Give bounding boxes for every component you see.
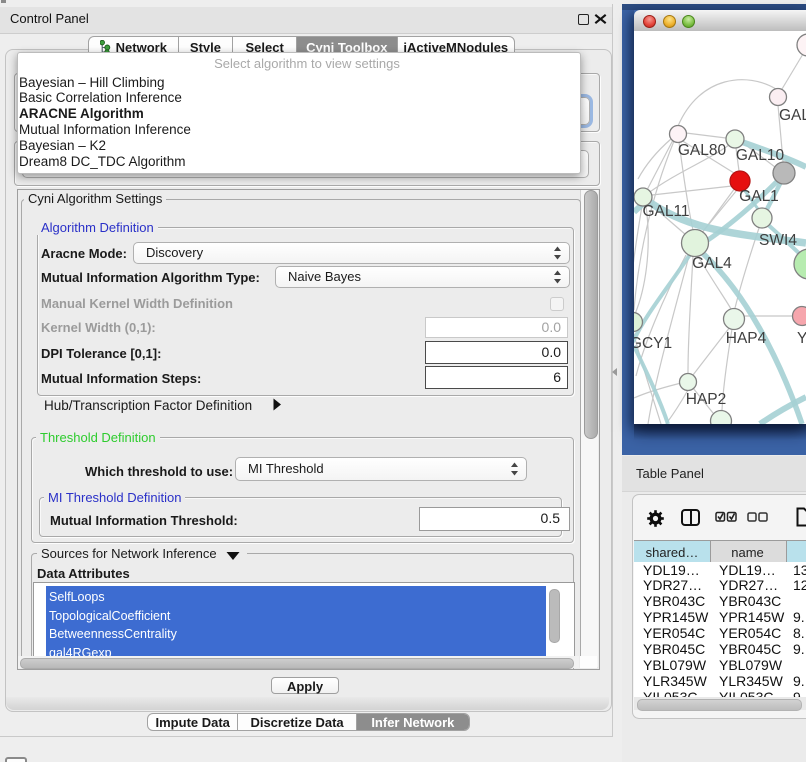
svg-text:SWI4: SWI4: [759, 232, 797, 249]
svg-text:GAL1: GAL1: [739, 188, 779, 205]
svg-text:HAP2: HAP2: [686, 391, 727, 408]
svg-text:GAL10: GAL10: [736, 147, 785, 164]
svg-text:YB: YB: [797, 330, 806, 347]
svg-text:GAL4: GAL4: [692, 255, 732, 272]
svg-text:GCY1: GCY1: [634, 335, 672, 352]
svg-text:HAP4: HAP4: [726, 330, 767, 347]
svg-text:GAL11: GAL11: [642, 203, 689, 220]
svg-text:GAL7: GAL7: [779, 107, 806, 124]
svg-text:GAL80: GAL80: [678, 142, 727, 159]
